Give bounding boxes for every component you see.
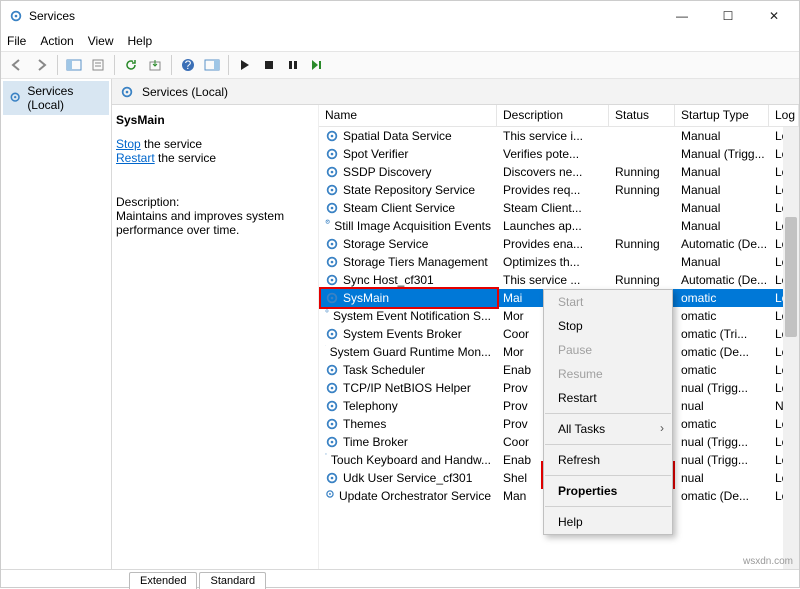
col-description[interactable]: Description bbox=[497, 105, 609, 126]
menu-file[interactable]: File bbox=[7, 34, 26, 48]
service-icon bbox=[325, 291, 339, 305]
minimize-button[interactable]: — bbox=[659, 1, 705, 31]
table-row[interactable]: Steam Client ServiceSteam Client...Manua… bbox=[319, 199, 799, 217]
ctx-restart[interactable]: Restart bbox=[544, 386, 672, 410]
pause-service-button[interactable] bbox=[283, 55, 303, 75]
description-label: Description: bbox=[116, 195, 310, 209]
maximize-button[interactable]: ☐ bbox=[705, 1, 751, 31]
table-row[interactable]: Still Image Acquisition EventsLaunches a… bbox=[319, 217, 799, 235]
service-icon bbox=[325, 489, 335, 503]
service-icon bbox=[325, 453, 327, 467]
col-status[interactable]: Status bbox=[609, 105, 675, 126]
ctx-help[interactable]: Help bbox=[544, 510, 672, 534]
table-row[interactable]: Sync Host_cf301This service ...RunningAu… bbox=[319, 271, 799, 289]
show-hide-tree-button[interactable] bbox=[64, 55, 84, 75]
window-title: Services bbox=[29, 9, 75, 23]
service-icon bbox=[325, 363, 339, 377]
menubar: File Action View Help bbox=[1, 31, 799, 51]
tab-standard[interactable]: Standard bbox=[199, 572, 266, 589]
service-icon bbox=[325, 201, 339, 215]
service-icon bbox=[325, 147, 339, 161]
table-row[interactable]: SSDP DiscoveryDiscovers ne...RunningManu… bbox=[319, 163, 799, 181]
tree-root-label: Services (Local) bbox=[27, 84, 103, 112]
selected-service-name: SysMain bbox=[116, 109, 310, 137]
start-service-button[interactable] bbox=[235, 55, 255, 75]
col-startup[interactable]: Startup Type bbox=[675, 105, 769, 126]
table-row[interactable]: Spot VerifierVerifies pote...Manual (Tri… bbox=[319, 145, 799, 163]
toolbar: ? bbox=[1, 51, 799, 79]
forward-button[interactable] bbox=[31, 55, 51, 75]
service-icon bbox=[325, 255, 339, 269]
content-pane: Services (Local) SysMain Stop the servic… bbox=[112, 79, 799, 569]
service-icon bbox=[325, 129, 339, 143]
ctx-pause[interactable]: Pause bbox=[544, 338, 672, 362]
description-text: Maintains and improves system performanc… bbox=[116, 209, 310, 237]
service-icon bbox=[325, 219, 330, 233]
ctx-stop[interactable]: Stop bbox=[544, 314, 672, 338]
list-header: Name Description Status Startup Type Log bbox=[319, 105, 799, 127]
tree-pane: Services (Local) bbox=[1, 79, 112, 569]
service-icon bbox=[325, 309, 329, 323]
service-icon bbox=[325, 399, 339, 413]
col-logon[interactable]: Log bbox=[769, 105, 799, 126]
content-header: Services (Local) bbox=[112, 79, 799, 105]
service-icon bbox=[325, 435, 339, 449]
help-button[interactable]: ? bbox=[178, 55, 198, 75]
scroll-thumb[interactable] bbox=[785, 217, 797, 337]
stop-service-button[interactable] bbox=[259, 55, 279, 75]
service-icon bbox=[325, 471, 339, 485]
table-row[interactable]: Storage Tiers ManagementOptimizes th...M… bbox=[319, 253, 799, 271]
properties-toolbar-button[interactable] bbox=[88, 55, 108, 75]
stop-link[interactable]: Stop bbox=[116, 137, 141, 151]
ctx-start[interactable]: Start bbox=[544, 290, 672, 314]
main-area: Services (Local) Services (Local) SysMai… bbox=[1, 79, 799, 569]
ctx-refresh[interactable]: Refresh bbox=[544, 448, 672, 472]
service-icon bbox=[325, 381, 339, 395]
view-tabs: Extended Standard bbox=[1, 569, 799, 589]
restart-suffix: the service bbox=[155, 151, 216, 165]
app-icon bbox=[9, 9, 23, 23]
gear-icon bbox=[120, 85, 134, 99]
content-header-label: Services (Local) bbox=[142, 85, 228, 99]
restart-service-button[interactable] bbox=[307, 55, 327, 75]
tab-extended[interactable]: Extended bbox=[129, 572, 197, 589]
tree-root[interactable]: Services (Local) bbox=[3, 81, 109, 115]
service-icon bbox=[325, 345, 326, 359]
service-icon bbox=[325, 273, 339, 287]
close-button[interactable]: ✕ bbox=[751, 1, 797, 31]
stop-suffix: the service bbox=[141, 137, 202, 151]
service-icon bbox=[325, 237, 339, 251]
table-row[interactable]: State Repository ServiceProvides req...R… bbox=[319, 181, 799, 199]
ctx-properties[interactable]: Properties bbox=[544, 479, 672, 503]
vertical-scrollbar[interactable] bbox=[783, 127, 799, 569]
titlebar: Services — ☐ ✕ bbox=[1, 1, 799, 31]
menu-action[interactable]: Action bbox=[40, 34, 73, 48]
gear-icon bbox=[9, 91, 21, 105]
detail-panel: SysMain Stop the service Restart the ser… bbox=[112, 105, 318, 569]
action-pane-button[interactable] bbox=[202, 55, 222, 75]
table-row[interactable]: Spatial Data ServiceThis service i...Man… bbox=[319, 127, 799, 145]
service-icon bbox=[325, 417, 339, 431]
service-icon bbox=[325, 165, 339, 179]
services-list: Name Description Status Startup Type Log… bbox=[318, 105, 799, 569]
service-icon bbox=[325, 327, 339, 341]
context-menu: Start Stop Pause Resume Restart All Task… bbox=[543, 289, 673, 535]
back-button[interactable] bbox=[7, 55, 27, 75]
col-name[interactable]: Name bbox=[319, 105, 497, 126]
table-row[interactable]: Storage ServiceProvides ena...RunningAut… bbox=[319, 235, 799, 253]
menu-help[interactable]: Help bbox=[128, 34, 153, 48]
ctx-all-tasks[interactable]: All Tasks bbox=[544, 417, 672, 441]
ctx-resume[interactable]: Resume bbox=[544, 362, 672, 386]
refresh-button[interactable] bbox=[121, 55, 141, 75]
export-button[interactable] bbox=[145, 55, 165, 75]
watermark: wsxdn.com bbox=[743, 556, 793, 567]
restart-link[interactable]: Restart bbox=[116, 151, 155, 165]
service-icon bbox=[325, 183, 339, 197]
svg-text:?: ? bbox=[185, 58, 192, 72]
menu-view[interactable]: View bbox=[88, 34, 114, 48]
